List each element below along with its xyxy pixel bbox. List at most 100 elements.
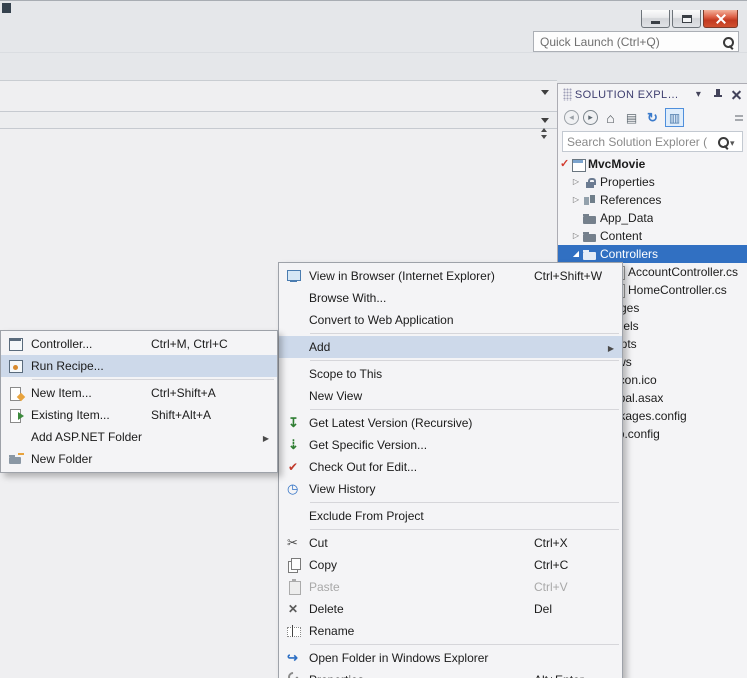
menu-item-label: View History [309, 482, 376, 496]
menu-separator [310, 502, 619, 503]
menu-item-label: New Folder [31, 452, 93, 466]
menu-item-view-in-browser[interactable]: View in Browser (Internet Explorer) Ctrl… [279, 265, 622, 287]
menu-item-properties[interactable]: Properties Alt+Enter [279, 669, 622, 678]
chevron-expanded-icon[interactable] [570, 245, 582, 263]
chevron-right-icon[interactable] [570, 191, 582, 209]
menu-item-label: New View [309, 389, 363, 403]
menu-item-label: Open Folder in Windows Explorer [309, 651, 489, 665]
close-button[interactable] [703, 10, 738, 28]
menu-item-label: Run Recipe... [31, 359, 104, 373]
solution-explorer-titlebar[interactable]: SOLUTION EXPLORER [558, 84, 747, 105]
browser-icon [286, 268, 302, 284]
menu-item-label: Convert to Web Application [309, 313, 454, 327]
menu-item-label: Controller... [31, 337, 93, 351]
references-icon [582, 192, 598, 208]
menu-item-label: Rename [309, 624, 355, 638]
menu-item-label: Delete [309, 602, 344, 616]
menu-separator [310, 409, 619, 410]
menu-item-delete[interactable]: Delete Del [279, 598, 622, 620]
copy-icon [286, 557, 302, 573]
submenu-item-add-aspnet-folder[interactable]: Add ASP.NET Folder [1, 426, 277, 448]
chevron-right-icon[interactable] [570, 227, 582, 245]
panel-title: SOLUTION EXPLORER [574, 88, 686, 101]
overflow-icon[interactable] [735, 114, 744, 122]
menu-item-label: Properties [309, 673, 534, 678]
show-all-files-icon[interactable] [623, 109, 640, 126]
chevron-right-icon[interactable] [570, 173, 582, 191]
menu-item-exclude-from-project[interactable]: Exclude From Project [279, 505, 622, 527]
new-item-icon [8, 385, 24, 401]
menu-item-add[interactable]: Add [279, 336, 622, 358]
tree-item-references[interactable]: References [558, 191, 747, 209]
menu-item-label: Copy [309, 558, 338, 572]
menu-item-label: Get Specific Version... [309, 438, 428, 452]
close-panel-icon[interactable] [731, 89, 742, 100]
quick-launch[interactable]: Quick Launch (Ctrl+Q) [533, 31, 739, 52]
toolbar-overflow-icon[interactable] [541, 118, 549, 123]
menu-item-check-out-for-edit[interactable]: Check Out for Edit... [279, 456, 622, 478]
menu-shortcut: Ctrl+Shift+A [151, 386, 216, 400]
submenu-arrow-icon [602, 340, 614, 354]
menu-shortcut: Ctrl+X [534, 536, 568, 550]
restore-icon [681, 14, 692, 23]
menu-item-copy[interactable]: Copy Ctrl+C [279, 554, 622, 576]
window-position-icon[interactable] [692, 88, 704, 102]
tree-item-label: Properties [600, 175, 655, 189]
menu-item-label: Paste [309, 580, 340, 594]
home-icon[interactable] [602, 109, 619, 126]
back-icon[interactable] [564, 110, 579, 125]
source-control-check-icon [560, 155, 570, 173]
open-folder-icon [582, 246, 598, 262]
submenu-item-new-folder[interactable]: New Folder [1, 448, 277, 470]
tree-item-label: App_Data [600, 211, 654, 225]
quick-launch-placeholder: Quick Launch (Ctrl+Q) [540, 34, 660, 49]
tree-item-mvcmovie[interactable]: MvcMovie [558, 155, 747, 173]
tree-item-label: AccountController.cs [628, 265, 739, 279]
submenu-item-run-recipe[interactable]: Run Recipe... [1, 355, 277, 377]
solution-search-box[interactable]: Search Solution Explorer ( [562, 131, 743, 152]
menu-item-label: Scope to This [309, 367, 383, 381]
menu-item-new-view[interactable]: New View [279, 385, 622, 407]
menu-item-view-history[interactable]: View History [279, 478, 622, 500]
maximize-button[interactable] [672, 10, 701, 28]
menu-shortcut: Shift+Alt+A [151, 408, 212, 422]
properties-lock-icon [582, 174, 598, 190]
menu-separator [310, 360, 619, 361]
menu-shortcut: Alt+Enter [534, 673, 614, 678]
get-latest-icon [286, 415, 302, 431]
menu-item-rename[interactable]: Rename [279, 620, 622, 642]
tree-item-properties[interactable]: Properties [558, 173, 747, 191]
refresh-icon[interactable] [644, 109, 661, 126]
menu-item-browse-with[interactable]: Browse With... [279, 287, 622, 309]
tree-item-content[interactable]: Content [558, 227, 747, 245]
delete-x-icon [286, 601, 302, 617]
menu-item-label: View in Browser (Internet Explorer) [309, 269, 495, 283]
menu-item-open-folder-in-windows-explorer[interactable]: Open Folder in Windows Explorer [279, 647, 622, 669]
minimize-icon [651, 20, 660, 24]
toolbar-divider [0, 52, 747, 53]
submenu-item-existing-item[interactable]: Existing Item... Shift+Alt+A [1, 404, 277, 426]
forward-icon[interactable] [583, 110, 598, 125]
chevron-down-icon [730, 135, 738, 149]
menu-item-paste-disabled: Paste Ctrl+V [279, 576, 622, 598]
menu-item-label: Get Latest Version (Recursive) [309, 416, 473, 430]
minimize-button[interactable] [641, 10, 670, 28]
menu-separator [310, 529, 619, 530]
toolbar-overflow-icon[interactable] [541, 90, 549, 95]
splitter-icon[interactable] [540, 128, 549, 139]
menu-item-label: Existing Item... [31, 408, 110, 422]
menu-item-convert-to-web-application[interactable]: Convert to Web Application [279, 309, 622, 331]
menu-item-get-latest-version[interactable]: Get Latest Version (Recursive) [279, 412, 622, 434]
tree-item-label: HomeController.cs [628, 283, 727, 297]
menu-item-cut[interactable]: Cut Ctrl+X [279, 532, 622, 554]
tree-item-controllers-selected[interactable]: Controllers [558, 245, 747, 263]
submenu-item-controller[interactable]: Controller... Ctrl+M, Ctrl+C [1, 333, 277, 355]
pin-icon[interactable] [713, 88, 722, 102]
get-specific-icon [286, 437, 302, 453]
tree-item-app-data[interactable]: App_Data [558, 209, 747, 227]
sync-active-document-icon[interactable] [665, 108, 684, 127]
submenu-item-new-item[interactable]: New Item... Ctrl+Shift+A [1, 382, 277, 404]
menu-shortcut: Del [534, 602, 553, 616]
menu-item-scope-to-this[interactable]: Scope to This [279, 363, 622, 385]
menu-item-get-specific-version[interactable]: Get Specific Version... [279, 434, 622, 456]
